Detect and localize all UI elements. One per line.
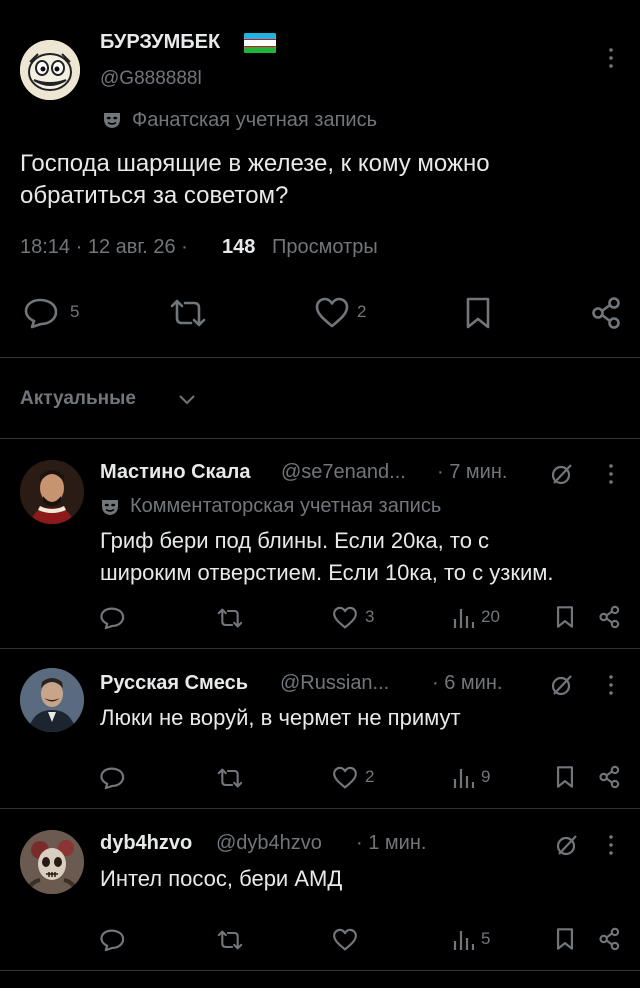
like-count: 2 (365, 767, 375, 786)
mask-icon (100, 497, 120, 517)
repost-icon[interactable] (216, 767, 244, 789)
man-avatar-image (20, 668, 84, 732)
share-icon[interactable] (598, 765, 622, 789)
bookmark-icon[interactable] (556, 765, 574, 789)
reply-author-handle[interactable]: @Russian... (280, 672, 389, 695)
post-views-label: Просмотры (272, 236, 378, 258)
portrait-avatar-image (20, 460, 84, 524)
reply-timestamp[interactable]: · 7 мин. (437, 461, 507, 484)
share-icon[interactable] (598, 605, 622, 629)
views-icon[interactable] (452, 605, 474, 629)
post-divider (0, 357, 640, 358)
chevron-down-icon[interactable] (178, 392, 196, 406)
reply-divider (0, 970, 640, 971)
duck-avatar-image (20, 40, 80, 100)
reply-author-name[interactable]: dyb4hzvo (100, 832, 192, 855)
like-icon[interactable] (332, 928, 358, 952)
grok-icon[interactable] (555, 833, 579, 857)
fan-account-badge: Фанатская учетная запись (132, 109, 377, 131)
share-icon[interactable] (590, 296, 624, 330)
like-count: 2 (357, 302, 367, 321)
like-icon[interactable] (314, 297, 350, 329)
reply-icon[interactable] (100, 606, 126, 630)
commenter-account-badge: Комментаторская учетная запись (130, 495, 442, 517)
reply-icon[interactable] (100, 766, 126, 790)
post-views-count: 148 (222, 236, 256, 258)
reply-timestamp[interactable]: · 6 мин. (432, 672, 502, 695)
views-icon[interactable] (452, 927, 474, 951)
post-timestamp[interactable]: 18:14 · 12 авг. 26 · (20, 236, 188, 259)
reply-author-name[interactable]: Мастино Скала (100, 461, 251, 484)
post-more-icon[interactable] (604, 46, 618, 70)
reply-text-line-2: широким отверстием. Если 10ка, то с узки… (100, 560, 554, 585)
reply-author-name[interactable]: Русская Смесь (100, 672, 248, 695)
post-text-line-2: обратиться за советом? (20, 182, 289, 209)
skull-avatar-image (20, 830, 84, 894)
sort-divider (0, 438, 640, 439)
sort-selector[interactable]: Актуальные (20, 388, 136, 410)
reply-count: 5 (70, 302, 80, 321)
reply-avatar[interactable] (20, 830, 84, 894)
like-count: 3 (365, 607, 375, 626)
post-author-name[interactable]: БУРЗУМБЕК (100, 31, 220, 54)
grok-icon[interactable] (550, 673, 574, 697)
post-text-line-1: Господа шарящие в железе, к кому можно (20, 150, 490, 177)
reply-icon[interactable] (24, 297, 60, 329)
reply-avatar[interactable] (20, 668, 84, 732)
views-icon[interactable] (452, 765, 474, 789)
reply-author-handle[interactable]: @se7enand... (281, 461, 406, 484)
reply-more-icon[interactable] (604, 673, 618, 697)
bookmark-icon[interactable] (556, 605, 574, 629)
bookmark-icon[interactable] (465, 296, 491, 330)
views-count: 5 (481, 929, 491, 948)
post-author-handle[interactable]: @G888888l (100, 68, 202, 90)
reply-more-icon[interactable] (604, 833, 618, 857)
reply-timestamp[interactable]: · 1 мин. (356, 832, 426, 855)
reply-avatar[interactable] (20, 460, 84, 524)
share-icon[interactable] (598, 927, 622, 951)
repost-icon[interactable] (168, 298, 208, 328)
reply-divider (0, 808, 640, 809)
reply-icon[interactable] (100, 928, 126, 952)
views-count: 9 (481, 767, 491, 786)
reply-author-handle[interactable]: @dyb4hzvo (216, 832, 322, 855)
repost-icon[interactable] (216, 607, 244, 629)
mask-icon (102, 110, 122, 130)
author-avatar[interactable] (20, 40, 80, 100)
reply-divider (0, 648, 640, 649)
reply-text-line-1: Интел посос, бери АМД (100, 866, 343, 891)
reply-more-icon[interactable] (604, 462, 618, 486)
like-icon[interactable] (332, 766, 358, 790)
reply-text-line-1: Люки не воруй, в чермет не примут (100, 705, 461, 730)
grok-icon[interactable] (550, 462, 574, 486)
bookmark-icon[interactable] (556, 927, 574, 951)
views-count: 20 (481, 607, 500, 626)
repost-icon[interactable] (216, 929, 244, 951)
sort-label: Актуальные (20, 388, 136, 409)
uzbekistan-flag-icon (244, 33, 276, 53)
like-icon[interactable] (332, 606, 358, 630)
reply-text-line-1: Гриф бери под блины. Если 20ка, то с (100, 528, 490, 553)
